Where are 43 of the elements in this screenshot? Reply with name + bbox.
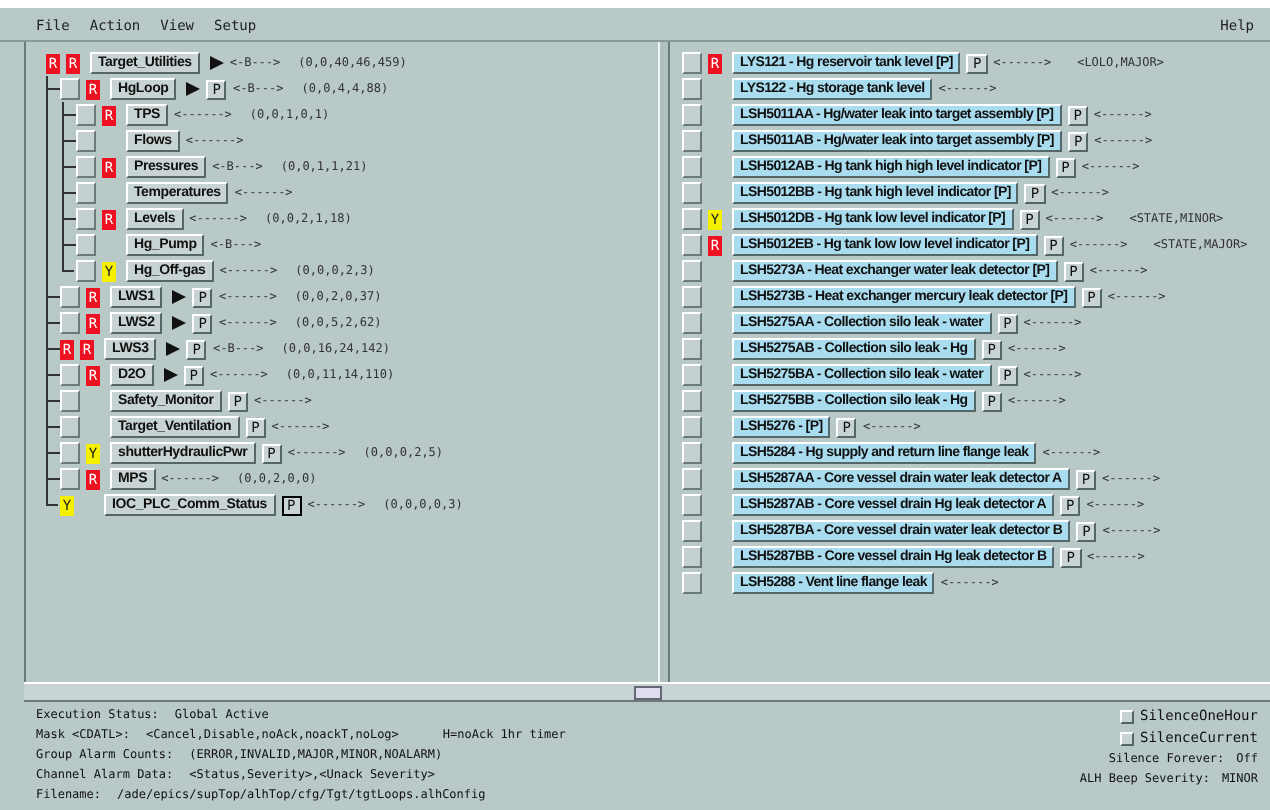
ack-checkbox[interactable] xyxy=(682,364,702,386)
ack-checkbox[interactable] xyxy=(682,104,702,126)
ack-checkbox[interactable] xyxy=(682,260,702,282)
ack-checkbox[interactable] xyxy=(76,104,96,126)
ack-checkbox[interactable] xyxy=(76,260,96,282)
ack-checkbox[interactable] xyxy=(682,286,702,308)
expand-arrow-icon[interactable] xyxy=(172,290,187,304)
ack-checkbox[interactable] xyxy=(682,520,702,542)
ack-checkbox[interactable] xyxy=(682,468,702,490)
ack-checkbox[interactable] xyxy=(682,182,702,204)
ack-checkbox[interactable] xyxy=(682,546,702,568)
ack-checkbox[interactable] xyxy=(60,312,80,334)
expand-arrow-icon[interactable] xyxy=(209,56,224,70)
ack-checkbox[interactable] xyxy=(682,234,702,256)
ack-checkbox[interactable] xyxy=(76,208,96,230)
ack-checkbox[interactable] xyxy=(60,390,80,412)
ack-checkbox[interactable] xyxy=(60,416,80,438)
ack-checkbox[interactable] xyxy=(682,390,702,412)
ack-checkbox[interactable] xyxy=(682,416,702,438)
ack-checkbox[interactable] xyxy=(682,312,702,334)
ack-checkbox[interactable] xyxy=(682,52,702,74)
expand-arrow-icon[interactable] xyxy=(166,342,181,356)
ack-checkbox[interactable] xyxy=(76,130,96,152)
ack-checkbox[interactable] xyxy=(682,156,702,178)
ack-checkbox[interactable] xyxy=(76,156,96,178)
ack-checkbox[interactable] xyxy=(682,442,702,464)
ack-checkbox[interactable] xyxy=(682,78,702,100)
ack-checkbox[interactable] xyxy=(60,78,80,100)
ack-checkbox[interactable] xyxy=(682,338,702,360)
ack-checkbox[interactable] xyxy=(60,442,80,464)
ack-checkbox[interactable] xyxy=(60,468,80,490)
expand-arrow-icon[interactable] xyxy=(163,368,178,382)
pane-resize-handle[interactable] xyxy=(633,685,661,699)
ack-checkbox[interactable] xyxy=(682,208,702,230)
ack-checkbox[interactable] xyxy=(682,130,702,152)
ack-checkbox[interactable] xyxy=(60,286,80,308)
expand-arrow-icon[interactable] xyxy=(186,82,201,96)
expand-arrow-icon[interactable] xyxy=(172,316,187,330)
ack-checkbox[interactable] xyxy=(682,494,702,516)
ack-checkbox[interactable] xyxy=(76,234,96,256)
ack-checkbox[interactable] xyxy=(682,572,702,594)
ack-checkbox[interactable] xyxy=(60,364,80,386)
ack-checkbox[interactable] xyxy=(76,182,96,204)
